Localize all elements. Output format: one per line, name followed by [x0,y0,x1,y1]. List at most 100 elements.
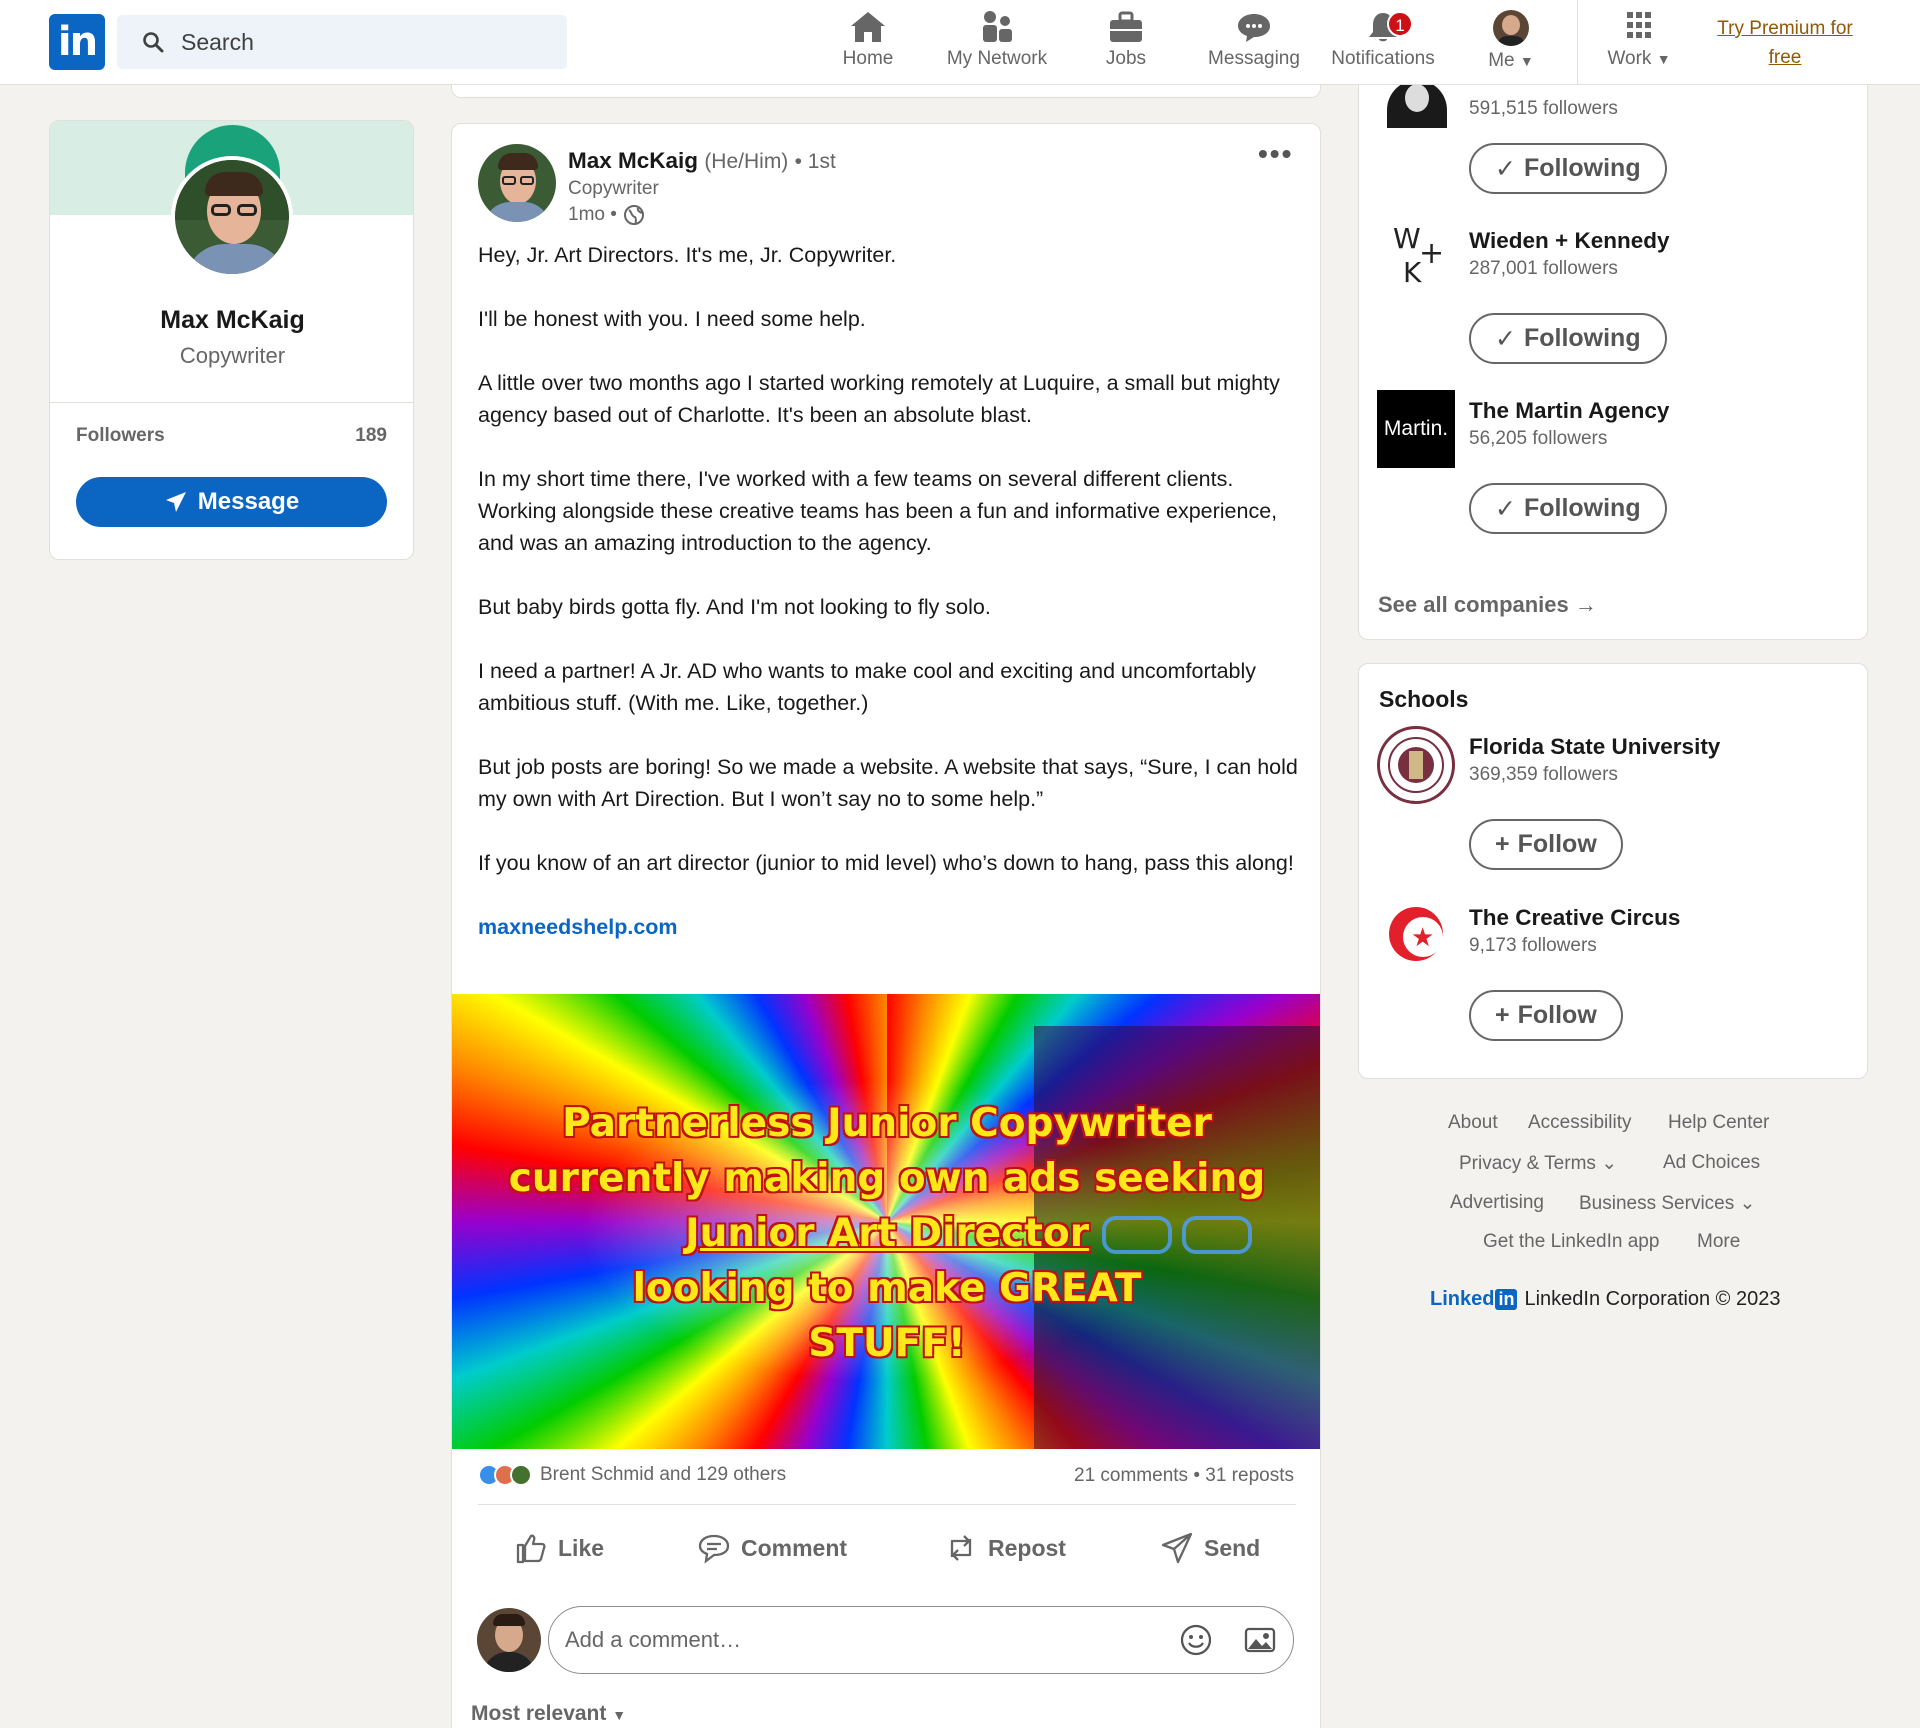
comment-input[interactable]: Add a comment… [548,1606,1294,1674]
company-row: Martin. The Martin Agency 56,205 followe… [1377,390,1857,540]
footer-advertising[interactable]: Advertising [1450,1192,1544,1214]
like-label: Like [558,1534,605,1561]
schools-title: Schools [1379,686,1469,712]
comment-placeholder: Add a comment… [565,1627,742,1652]
divider [478,1504,1296,1505]
repost-button[interactable]: Repost [944,1526,1066,1570]
footer-help-center[interactable]: Help Center [1668,1112,1769,1134]
nav-notifications[interactable]: 1 Notifications [1323,8,1443,78]
caret-down-icon: ▼ [612,1707,627,1723]
nav-me[interactable]: Me ▼ [1451,8,1571,78]
connection-degree: • 1st [794,150,836,173]
following-label: Following [1523,324,1641,352]
post-more-menu[interactable]: ••• [1258,138,1293,170]
post-image[interactable]: Partnerless Junior Copywriter currently … [452,994,1320,1449]
nav-work[interactable]: Work ▼ [1579,8,1699,78]
company-name[interactable]: Wieden + Kennedy [1469,228,1669,254]
briefcase-icon [1110,11,1142,42]
nav-notifications-label: Notifications [1331,48,1435,69]
try-premium-link[interactable]: Try Premium for free [1700,14,1870,72]
comments-count[interactable]: 21 comments [1074,1465,1188,1486]
comment-button[interactable]: Comment [697,1526,847,1570]
search-icon [143,32,164,53]
like-button[interactable]: Like [514,1526,604,1570]
nav-home[interactable]: Home [808,8,928,78]
image-text-line3: Junior Art Director [685,1211,1089,1256]
profile-avatar[interactable] [171,156,293,278]
footer-about[interactable]: About [1448,1112,1498,1134]
divider [50,402,413,403]
see-all-label: See all companies [1378,592,1569,617]
post-paragraph: A little over two months ago I started w… [478,371,1280,427]
nav-separator [1577,0,1578,85]
image-icon[interactable] [1243,1623,1277,1657]
nav-my-network[interactable]: My Network [937,8,1057,78]
me-avatar [1493,10,1529,46]
chevron-down-icon: ▼ [1656,51,1671,67]
sort-label: Most relevant [471,1702,607,1725]
commenter-avatar [477,1608,541,1672]
follow-label: Follow [1517,1001,1597,1029]
footer-get-app[interactable]: Get the LinkedIn app [1483,1231,1659,1253]
nav-me-label: Me [1488,50,1515,71]
follow-label: Follow [1517,830,1597,858]
see-all-companies-link[interactable]: See all companies → [1378,592,1597,618]
post-author-avatar[interactable] [478,144,556,222]
footer-accessibility[interactable]: Accessibility [1528,1112,1631,1134]
company-row: W + K Wieden + Kennedy 287,001 followers… [1377,220,1857,370]
post-time-line: 1mo • [568,204,645,226]
search-bar[interactable]: Search [117,15,567,69]
creative-circus-logo[interactable]: ★ [1377,897,1455,975]
plus-icon: + [1495,830,1510,858]
profile-card: Max McKaig Copywriter Followers 189 Mess… [49,120,414,560]
emoji-icon[interactable] [1179,1623,1213,1657]
comment-sort[interactable]: Most relevant ▼ [471,1702,626,1726]
chevron-down-icon: ▼ [1519,53,1534,69]
send-button[interactable]: Send [1160,1526,1260,1570]
image-text-line2: currently making own ads seeking [508,1156,1266,1201]
wieden-kennedy-logo[interactable]: W + K [1377,220,1455,298]
footer-ad-choices[interactable]: Ad Choices [1663,1152,1760,1174]
footer-more[interactable]: More [1697,1231,1740,1253]
school-name[interactable]: Florida State University [1469,734,1720,760]
post-author-name[interactable]: Max McKaig [568,148,698,173]
reaction-summary[interactable]: Brent Schmid and 129 others [478,1464,786,1486]
business-services-label: Business Services [1579,1193,1735,1214]
nav-home-label: Home [842,48,894,69]
check-icon: ✓ [1495,154,1516,183]
follow-button[interactable]: + Follow [1469,990,1623,1041]
footer-privacy-terms[interactable]: Privacy & Terms ⌄ [1459,1152,1617,1175]
plus-icon: + [1495,1001,1510,1029]
leo-burnett-logo[interactable] [1377,80,1455,128]
follow-button[interactable]: + Follow [1469,819,1623,870]
check-icon: ✓ [1495,324,1516,353]
engagement-counts: 21 comments • 31 reposts [1074,1465,1294,1486]
footer-business-services[interactable]: Business Services ⌄ [1579,1192,1755,1215]
school-followers: 9,173 followers [1469,935,1597,956]
message-button[interactable]: Message [76,477,387,527]
messaging-icon [1238,14,1270,42]
reposts-count[interactable]: 31 reposts [1205,1465,1294,1486]
fsu-seal-logo[interactable] [1377,726,1455,804]
following-button[interactable]: ✓ Following [1469,313,1667,364]
grid-icon [1627,12,1651,38]
linkedin-logo[interactable]: in [49,14,105,70]
search-placeholder: Search [181,28,254,55]
comment-label: Comment [741,1534,848,1561]
nav-messaging[interactable]: Messaging [1194,8,1314,78]
nav-messaging-label: Messaging [1208,48,1300,69]
reactions-text: Brent Schmid and 129 others [540,1464,787,1485]
company-followers: 56,205 followers [1469,428,1608,449]
globe-icon [623,205,644,225]
following-label: Following [1523,494,1641,522]
following-button[interactable]: ✓ Following [1469,143,1667,194]
school-name[interactable]: The Creative Circus [1469,905,1680,931]
repost-icon [950,1535,972,1561]
martin-agency-logo[interactable]: Martin. [1377,390,1455,468]
post-link[interactable]: maxneedshelp.com [478,915,678,939]
profile-name[interactable]: Max McKaig [50,306,413,335]
chevron-down-icon: ⌄ [1739,1193,1756,1214]
company-name[interactable]: The Martin Agency [1469,398,1669,424]
following-button[interactable]: ✓ Following [1469,483,1667,534]
nav-jobs[interactable]: Jobs [1066,8,1186,78]
